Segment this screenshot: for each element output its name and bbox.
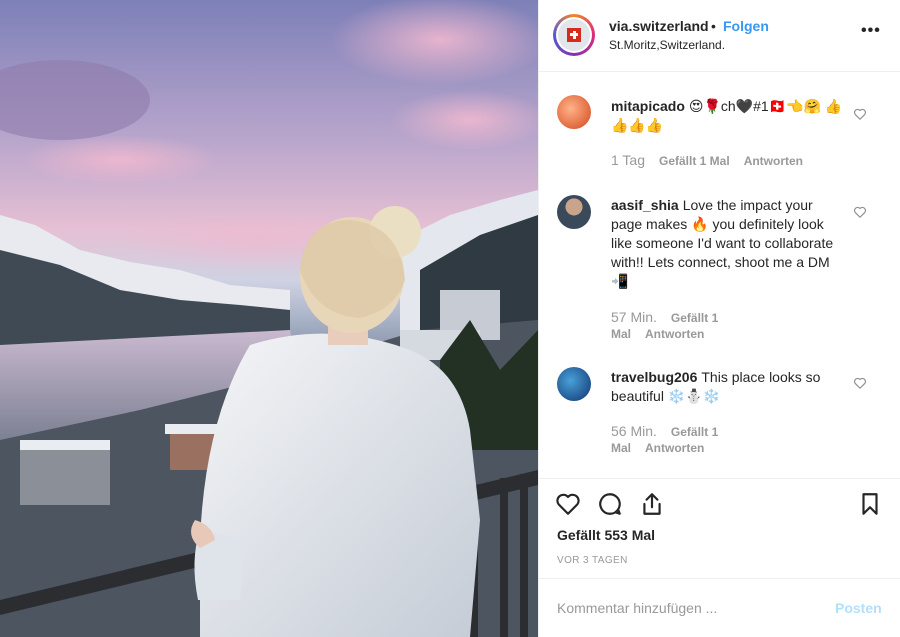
post-comment-button[interactable]: Posten [835, 600, 882, 616]
comment-input[interactable]: Kommentar hinzufügen ... [557, 600, 717, 616]
more-options-icon[interactable]: ••• [861, 22, 881, 40]
post-actions: Gefällt 553 Mal VOR 3 TAGEN [539, 478, 900, 578]
follow-button[interactable]: Folgen [723, 18, 769, 34]
post-photo[interactable] [0, 0, 538, 637]
post-location[interactable]: St.Moritz,Switzerland. [609, 38, 725, 52]
bookmark-icon[interactable] [857, 491, 883, 517]
comments-list[interactable]: mitapicado 😍🌹ch🖤#1🇨🇭👈🤗 👍👍👍👍 1 Tag Gefällt … [539, 73, 900, 478]
reply-button[interactable]: Antworten [645, 441, 704, 455]
post-header: via.switzerland • Folgen St.Moritz,Switz… [539, 0, 900, 72]
comment-meta: 56 Min. Gefällt 1 Mal Antworten [611, 423, 781, 456]
reply-button[interactable]: Antworten [645, 327, 704, 341]
comment-like-heart-icon[interactable] [853, 376, 867, 390]
comment-meta: 57 Min. Gefällt 1 Mal Antworten [611, 309, 781, 342]
comment-like-heart-icon[interactable] [853, 205, 867, 219]
commenter-avatar[interactable] [557, 367, 591, 401]
commenter-username[interactable]: aasif_shia [611, 197, 679, 213]
account-username[interactable]: via.switzerland [609, 18, 709, 34]
comment-likes[interactable]: Gefällt 1 Mal [659, 154, 730, 168]
header-separator: • [711, 18, 716, 34]
commenter-username[interactable]: mitapicado [611, 98, 685, 114]
comment-like-heart-icon[interactable] [853, 107, 867, 121]
reply-button[interactable]: Antworten [744, 154, 803, 168]
add-comment-bar: Kommentar hinzufügen ... Posten [539, 578, 900, 637]
comment-text: aasif_shia Love the impact your page make… [611, 196, 846, 291]
comment-time[interactable]: 1 Tag [611, 152, 645, 168]
comment-time[interactable]: 56 Min. [611, 423, 657, 439]
commenter-username[interactable]: travelbug206 [611, 369, 697, 385]
photo-scene [0, 0, 538, 637]
comment-time[interactable]: 57 Min. [611, 309, 657, 325]
account-avatar[interactable] [553, 14, 595, 56]
comment-bubble-icon[interactable] [597, 491, 623, 517]
comment-meta: 1 Tag Gefällt 1 Mal Antworten [611, 152, 881, 169]
swiss-flag-icon [558, 19, 590, 51]
commenter-avatar[interactable] [557, 195, 591, 229]
comment-text: travelbug206 This place looks so beautifu… [611, 368, 846, 406]
commenter-avatar[interactable] [557, 95, 591, 129]
post-date[interactable]: VOR 3 TAGEN [557, 555, 628, 566]
likes-count[interactable]: Gefällt 553 Mal [557, 527, 655, 543]
like-heart-icon[interactable] [555, 491, 581, 517]
post-sidebar: via.switzerland • Folgen St.Moritz,Switz… [538, 0, 900, 637]
share-icon[interactable] [639, 491, 665, 517]
comment-text: mitapicado 😍🌹ch🖤#1🇨🇭👈🤗 👍👍👍👍 [611, 97, 846, 135]
